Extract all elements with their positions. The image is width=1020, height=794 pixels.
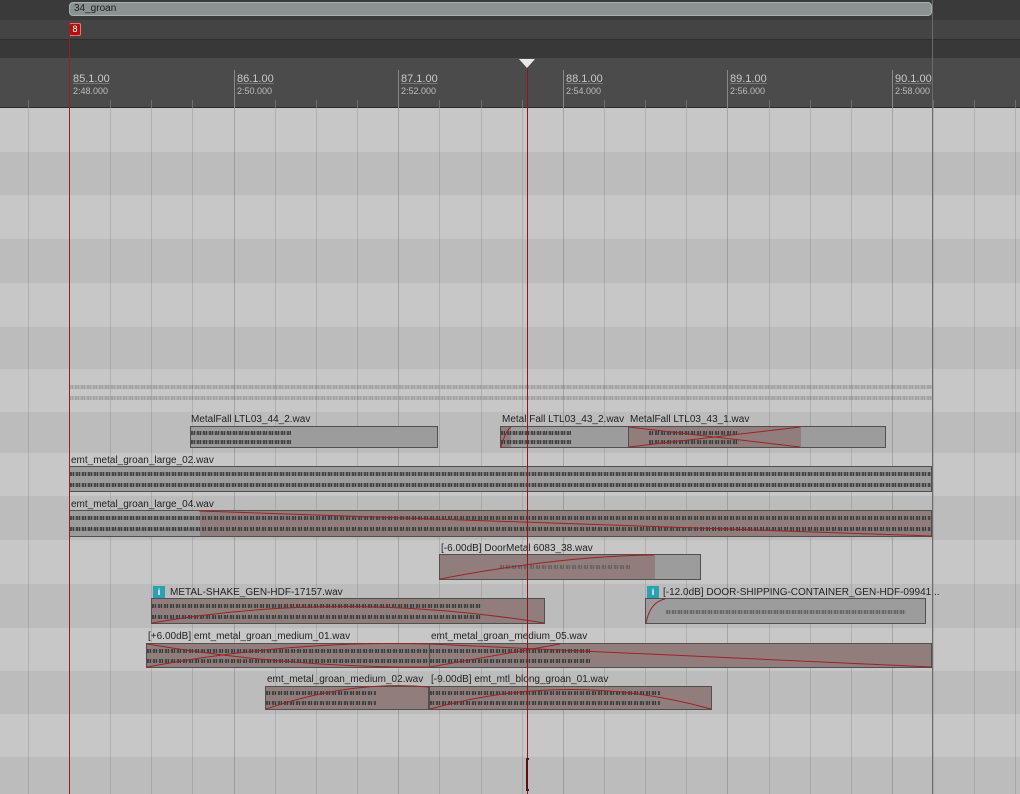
- playhead-line[interactable]: [527, 66, 528, 794]
- fade-curves: [146, 426, 933, 710]
- project-end-line: [932, 0, 933, 794]
- marker-line: [69, 20, 70, 794]
- edit-cursor-bracket: [526, 758, 529, 791]
- playhead-triangle-icon[interactable]: [519, 59, 535, 68]
